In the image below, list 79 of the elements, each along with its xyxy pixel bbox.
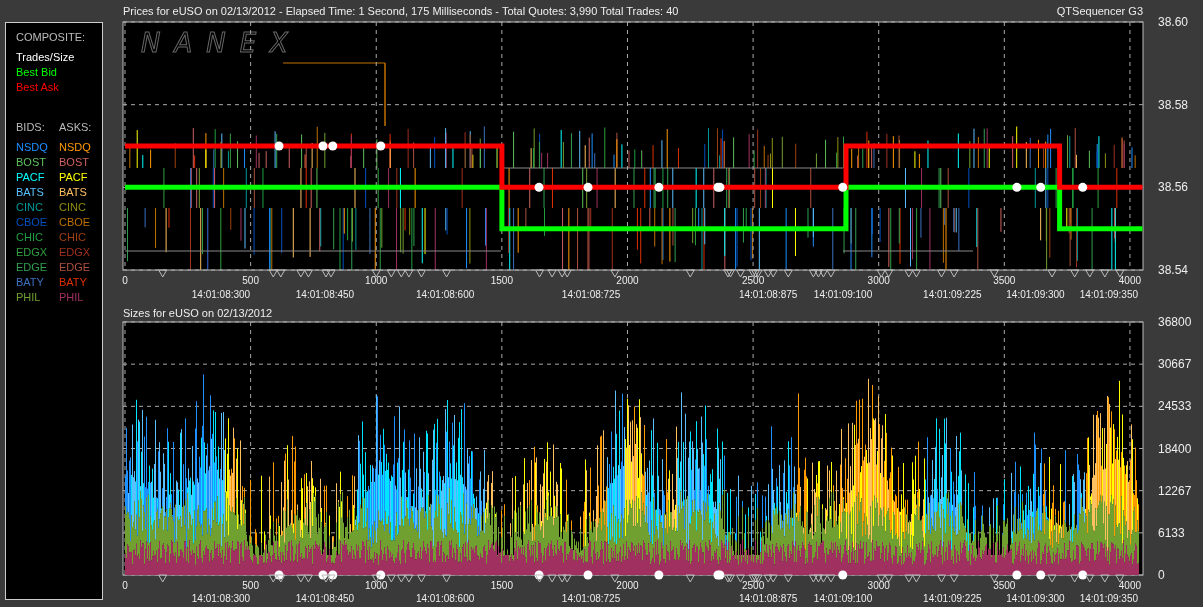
axis-label: 38.60 — [1158, 15, 1189, 29]
time-label: 14:01:09:100 — [813, 289, 873, 300]
chart-title: Prices for eUSO on 02/13/2012 - Elapsed Time: 1 Second, 175 Milliseconds - Total Quotes: 3,990 Total Trades: 40 — [123, 5, 679, 17]
time-label: 14:01:08:300 — [191, 289, 251, 300]
axis-label: 1500 — [490, 275, 513, 286]
time-label: 14:01:08:450 — [295, 289, 355, 300]
legend-label: PHIL — [16, 290, 42, 305]
legend-label: CHIC — [16, 230, 44, 245]
time-label: 14:01:08:300 — [191, 593, 251, 604]
legend-label: Trades/Size — [16, 50, 76, 65]
axis-label: 3000 — [867, 275, 890, 286]
axis-label: 3500 — [993, 275, 1016, 286]
axis-label: 0 — [122, 275, 128, 286]
legend-label: CBOE — [59, 215, 92, 230]
axis-label: 500 — [242, 275, 259, 286]
legend-label: PACF — [59, 170, 89, 185]
legend-label: BATY — [59, 275, 88, 290]
axis-label: 24533 — [1158, 399, 1192, 414]
axis-label: 18400 — [1158, 441, 1192, 456]
axis-label: 2000 — [616, 275, 639, 286]
axis-label: 36800 — [1158, 315, 1192, 329]
time-label: 14:01:08:725 — [561, 593, 621, 604]
axis-label: 3000 — [867, 580, 890, 591]
legend-label: BOST — [16, 155, 47, 170]
legend-label: EDGE — [16, 260, 49, 275]
axis-label: 2000 — [616, 580, 639, 591]
legend-label: PHIL — [59, 290, 85, 305]
time-label: 14:01:09:300 — [1006, 289, 1065, 300]
axis-label: 38.56 — [1158, 180, 1189, 195]
axis-label: 2500 — [741, 275, 765, 286]
legend-title: ASKS: — [59, 120, 93, 135]
legend-label: NSDQ — [16, 140, 49, 155]
legend-label: BATS — [16, 185, 45, 200]
legend-label: NSDQ — [59, 140, 92, 155]
time-label: 14:01:08:725 — [561, 289, 621, 300]
axis-label: 3500 — [993, 580, 1016, 591]
legend-label: BATS — [59, 185, 88, 200]
time-label: 14:01:09:225 — [923, 593, 982, 604]
axis-label: 0 — [1158, 568, 1165, 582]
legend-label: CINC — [59, 200, 87, 215]
axis-label: 30667 — [1158, 357, 1192, 372]
axis-label: 1500 — [490, 580, 513, 591]
legend-label: EDGX — [59, 245, 92, 260]
axis-label: 12267 — [1158, 483, 1192, 498]
axis-label: 1000 — [365, 275, 388, 286]
axis-label: 0 — [122, 580, 128, 591]
time-label: 14:01:08:875 — [738, 289, 798, 300]
watermark-text: NANEX — [141, 28, 302, 58]
axis-label: 500 — [242, 580, 259, 591]
axis-label: 1000 — [365, 580, 388, 591]
legend-label: Best Bid — [16, 65, 58, 80]
legend-label: BATY — [16, 275, 45, 290]
time-label: 14:01:08:600 — [415, 289, 475, 300]
legend-label: CINC — [16, 200, 44, 215]
legend-label: EDGX — [16, 245, 49, 260]
time-label: 14:01:09:350 — [1079, 593, 1139, 604]
legend-label: Best Ask — [16, 80, 60, 95]
time-label: 14:01:08:450 — [295, 593, 355, 604]
time-label: 14:01:08:600 — [415, 593, 475, 604]
legend-label: EDGE — [59, 260, 92, 275]
legend-label: CBOE — [16, 215, 49, 230]
chart-title: Sizes for eUSO on 02/13/2012 — [123, 307, 273, 319]
axis-label: 38.54 — [1158, 263, 1189, 277]
legend-title: COMPOSITE: — [16, 30, 87, 45]
time-label: 14:01:09:225 — [923, 289, 982, 300]
time-label: 14:01:09:100 — [813, 593, 873, 604]
axis-label: 4000 — [1118, 275, 1142, 286]
time-label: 14:01:09:300 — [1006, 593, 1065, 604]
axis-label: 2500 — [741, 580, 765, 591]
time-label: 14:01:08:875 — [738, 593, 798, 604]
axis-label: 38.58 — [1158, 97, 1189, 112]
axis-label: 6133 — [1158, 525, 1185, 540]
axis-label: 4000 — [1118, 580, 1142, 591]
time-label: 14:01:09:350 — [1079, 289, 1139, 300]
legend-label: CHIC — [59, 230, 87, 245]
legend-label: BOST — [59, 155, 90, 170]
app-name: QTSequencer G3 — [1056, 5, 1143, 17]
legend-label: PACF — [16, 170, 46, 185]
legend-title: BIDS: — [16, 120, 46, 135]
